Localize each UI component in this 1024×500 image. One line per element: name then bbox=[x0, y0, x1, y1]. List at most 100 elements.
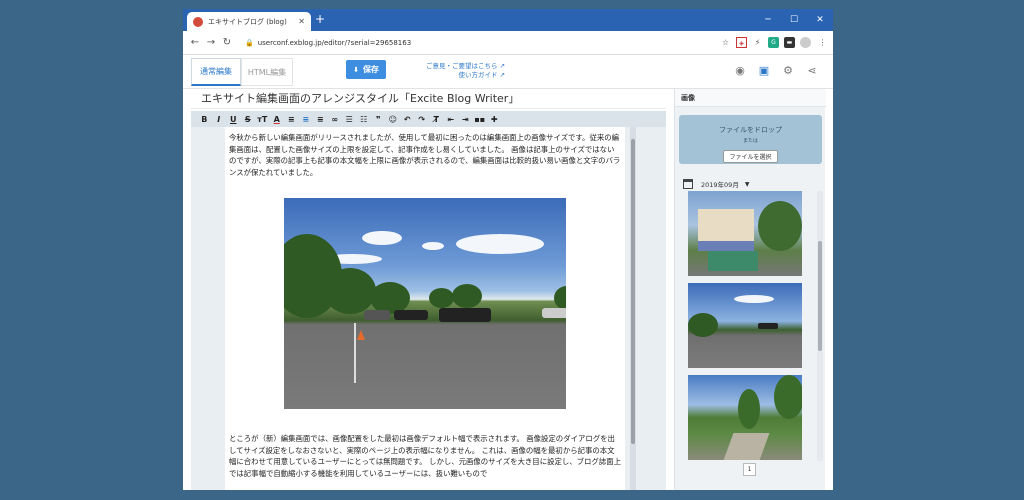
post-title-input[interactable]: エキサイト編集画面のアレンジスタイル「Excite Blog Writer」 bbox=[191, 89, 666, 109]
tree-shape bbox=[758, 201, 802, 251]
minimize-icon[interactable]: ─ bbox=[755, 9, 781, 31]
maximize-icon[interactable]: ☐ bbox=[781, 9, 807, 31]
strikethrough-icon[interactable]: S bbox=[241, 115, 256, 124]
tree-shape bbox=[774, 375, 802, 419]
lock-icon: 🔒 bbox=[245, 38, 254, 47]
outdent-icon[interactable]: ⇤ bbox=[444, 115, 459, 124]
menu-dots-icon[interactable]: ⋮ bbox=[817, 37, 828, 48]
cloud-shape bbox=[734, 295, 774, 303]
underline-icon[interactable]: U bbox=[226, 115, 241, 124]
help-links: ご意見・ご要望はこちら ↗ 使い方ガイド ↗ bbox=[426, 62, 505, 80]
title-bar: エキサイトブログ (blog) ✕ + ─ ☐ ✕ bbox=[183, 9, 833, 31]
extension-shield-icon[interactable]: ◈ bbox=[736, 37, 747, 48]
cloud-shape bbox=[422, 242, 444, 250]
guide-link[interactable]: 使い方ガイド ↗ bbox=[426, 71, 506, 80]
sidebar-scrollbar-thumb[interactable] bbox=[818, 241, 822, 351]
share-icon[interactable]: ⋖ bbox=[805, 64, 819, 78]
cloud-shape bbox=[456, 234, 544, 254]
tree-shape bbox=[324, 268, 376, 314]
drop-text: ファイルをドロップ bbox=[719, 126, 782, 134]
url-text: userconf.exblog.jp/editor/?serial=296581… bbox=[257, 38, 412, 47]
path-shape bbox=[722, 433, 770, 460]
car-shape bbox=[439, 308, 491, 322]
stairs-shape bbox=[708, 251, 758, 271]
file-dropzone[interactable]: ファイルをドロップ または ファイルを選択 bbox=[679, 115, 822, 164]
select-file-button[interactable]: ファイルを選択 bbox=[723, 150, 778, 163]
format-toolbar: B I U S тT A ≡ ≡ ≡ ∞ ☰ ☷ ❞ ☺ ↶ ↷ T̸ ⇤ ⇥ … bbox=[191, 111, 666, 127]
bookmark-star-icon[interactable]: ☆ bbox=[720, 37, 731, 48]
tree-shape bbox=[738, 389, 760, 429]
settings-gear-icon[interactable]: ⚙ bbox=[781, 64, 795, 78]
new-tab-icon[interactable]: + bbox=[315, 12, 325, 26]
editor-toolbar: 通常編集 HTML編集 ⬇ 保存 ご意見・ご要望はこちら ↗ 使い方ガイド ↗ ◉… bbox=[183, 55, 833, 89]
link-icon[interactable]: ∞ bbox=[328, 115, 343, 124]
calendar-icon bbox=[683, 179, 693, 189]
post-body-editor[interactable]: 今秋から新しい編集画面がリリースされましたが、使用して最初に困ったのは編集画面上… bbox=[225, 127, 625, 490]
bold-icon[interactable]: B bbox=[197, 115, 212, 124]
clear-format-icon[interactable]: T̸ bbox=[429, 115, 444, 124]
tree-shape bbox=[688, 313, 718, 337]
align-right-icon[interactable]: ≡ bbox=[313, 115, 328, 124]
car-shape bbox=[364, 310, 390, 320]
cloud-shape bbox=[362, 231, 402, 245]
tab-title: エキサイトブログ (blog) bbox=[208, 17, 287, 26]
close-tab-icon[interactable]: ✕ bbox=[298, 17, 305, 26]
plugin-icon[interactable]: ✚ bbox=[487, 115, 502, 124]
parking-lines bbox=[354, 323, 504, 383]
sidebar-title: 画像 bbox=[675, 89, 826, 107]
font-size-icon[interactable]: тT bbox=[255, 115, 270, 124]
tab-normal-edit[interactable]: 通常編集 bbox=[191, 58, 241, 86]
dropdown-caret-icon: ▼ bbox=[744, 180, 750, 188]
indent-icon[interactable]: ⇥ bbox=[458, 115, 473, 124]
italic-icon[interactable]: I bbox=[212, 115, 227, 124]
car-shape bbox=[542, 308, 566, 318]
browser-window: エキサイトブログ (blog) ✕ + ─ ☐ ✕ ← → ↻ 🔒 usercon… bbox=[183, 9, 833, 490]
undo-icon[interactable]: ↶ bbox=[400, 115, 415, 124]
image-thumbnail-park[interactable] bbox=[688, 375, 802, 460]
train-shape bbox=[698, 209, 754, 251]
feedback-link[interactable]: ご意見・ご要望はこちら ↗ bbox=[426, 62, 505, 71]
align-center-icon[interactable]: ≡ bbox=[299, 115, 314, 124]
extension-screen-icon[interactable]: ▬ bbox=[784, 37, 795, 48]
car-shape bbox=[758, 323, 778, 329]
tab-html-edit[interactable]: HTML編集 bbox=[241, 58, 293, 86]
image-thumbnail-parking[interactable] bbox=[688, 283, 802, 368]
image-sidebar: 画像 ファイルをドロップ または ファイルを選択 2019年09月 ▼ 1 bbox=[674, 89, 826, 490]
save-button[interactable]: ⬇ 保存 bbox=[346, 60, 386, 79]
text-color-icon[interactable]: A bbox=[270, 115, 285, 124]
reload-icon[interactable]: ↻ bbox=[219, 37, 235, 48]
preview-eye-icon[interactable]: ◉ bbox=[733, 64, 747, 78]
tree-shape bbox=[452, 284, 482, 308]
tree-shape bbox=[554, 286, 566, 310]
redo-icon[interactable]: ↷ bbox=[415, 115, 430, 124]
car-shape bbox=[394, 310, 428, 320]
emoji-icon[interactable]: ☺ bbox=[386, 115, 401, 124]
address-bar: ← → ↻ 🔒 userconf.exblog.jp/editor/?serial… bbox=[183, 31, 833, 55]
more-icon[interactable]: ▪▪ bbox=[473, 115, 488, 124]
pagination-page[interactable]: 1 bbox=[743, 463, 756, 476]
tree-shape bbox=[429, 288, 454, 308]
image-thumbnail-train[interactable] bbox=[688, 191, 802, 276]
save-label: 保存 bbox=[362, 65, 379, 74]
profile-avatar[interactable] bbox=[800, 37, 811, 48]
url-field[interactable]: 🔒 userconf.exblog.jp/editor/?serial=29658… bbox=[245, 39, 720, 47]
browser-tab[interactable]: エキサイトブログ (blog) ✕ bbox=[187, 12, 311, 31]
image-panel-icon[interactable]: ▣ bbox=[757, 64, 771, 78]
month-label: 2019年09月 bbox=[701, 181, 739, 189]
content-area: 今秋から新しい編集画面がリリースされましたが、使用して最初に困ったのは編集画面上… bbox=[191, 127, 666, 490]
paragraph-1: 今秋から新しい編集画面がリリースされましたが、使用して最初に困ったのは編集画面上… bbox=[229, 133, 621, 177]
close-window-icon[interactable]: ✕ bbox=[807, 9, 833, 31]
align-left-icon[interactable]: ≡ bbox=[284, 115, 299, 124]
extension-bolt-icon[interactable]: ⚡ bbox=[752, 37, 763, 48]
forward-icon[interactable]: → bbox=[203, 37, 219, 48]
extension-grammarly-icon[interactable]: G bbox=[768, 37, 779, 48]
post-image-parking-lot[interactable] bbox=[284, 198, 566, 409]
bullet-list-icon[interactable]: ☰ bbox=[342, 115, 357, 124]
back-icon[interactable]: ← bbox=[187, 37, 203, 48]
quote-icon[interactable]: ❞ bbox=[371, 115, 386, 124]
month-selector[interactable]: 2019年09月 ▼ bbox=[683, 177, 749, 191]
save-icon: ⬇ bbox=[353, 65, 359, 74]
numbered-list-icon[interactable]: ☷ bbox=[357, 115, 372, 124]
editor-scrollbar-thumb[interactable] bbox=[631, 139, 635, 444]
paragraph-2: ところが（新）編集画面では、画像配置をした最初は画像デフォルト幅で表示されます。… bbox=[229, 434, 621, 478]
